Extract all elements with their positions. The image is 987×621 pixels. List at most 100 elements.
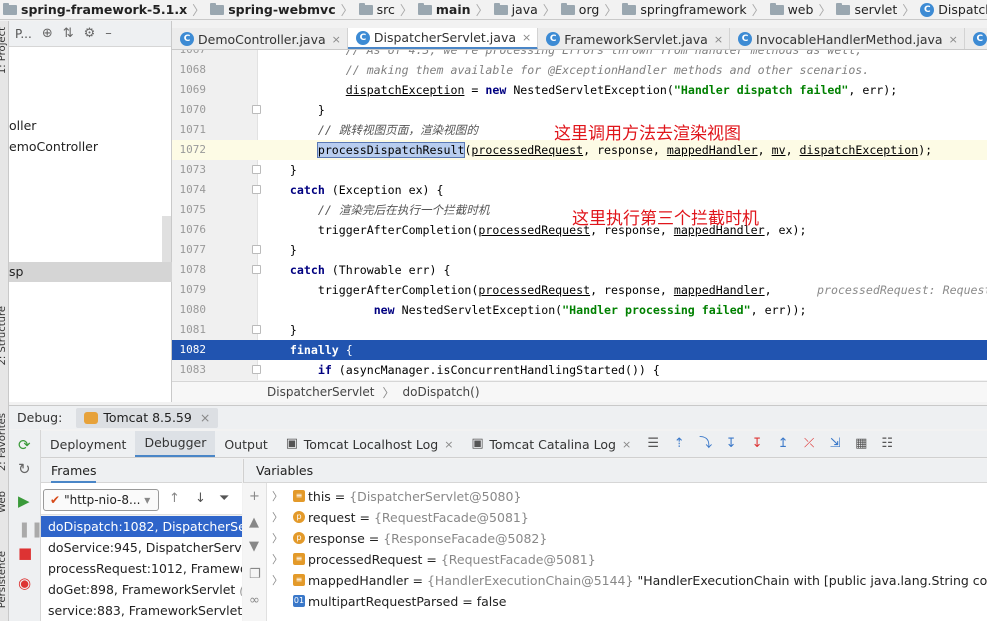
breadcrumb-item[interactable]: springframework bbox=[619, 2, 749, 17]
minimize-icon[interactable]: – bbox=[105, 26, 112, 41]
chevron-right-icon[interactable]: 〉 bbox=[272, 528, 283, 549]
debug-tab[interactable]: Debugger bbox=[135, 431, 216, 457]
close-icon[interactable]: × bbox=[949, 33, 958, 46]
debug-tab[interactable]: ▣ Tomcat Localhost Log × bbox=[277, 431, 463, 457]
project-tool-button[interactable]: 1: Project bbox=[0, 27, 8, 74]
gear-icon[interactable]: ⚙ bbox=[84, 26, 96, 41]
collapse-icon[interactable]: ⇅ bbox=[63, 26, 74, 41]
variable-row[interactable]: 〉 ≡ processedRequest = {RequestFacade@5081… bbox=[267, 549, 987, 570]
locate-icon[interactable]: ⊕ bbox=[42, 26, 53, 41]
drop-frame-icon[interactable]: ⤫ bbox=[803, 437, 815, 450]
debug-tab[interactable]: ▣ Tomcat Catalina Log × bbox=[462, 431, 640, 457]
code-line[interactable]: 1079 triggerAfterCompletion(processedReq… bbox=[172, 280, 987, 300]
chevron-right-icon[interactable]: 〉 bbox=[272, 507, 283, 528]
step-into-icon[interactable]: ↧ bbox=[725, 437, 737, 450]
breadcrumb-item[interactable]: main bbox=[415, 2, 474, 17]
code-line[interactable]: 1069 dispatchException = new NestedServl… bbox=[172, 80, 987, 100]
code-editor[interactable]: 1067 // As of 4.3, we're processing Erro… bbox=[172, 50, 987, 380]
add-watch-icon[interactable]: + bbox=[249, 489, 260, 504]
code-line[interactable]: 1078 catch (Throwable err) { bbox=[172, 260, 987, 280]
project-view-selector[interactable]: P... bbox=[15, 27, 32, 41]
close-icon[interactable]: × bbox=[200, 410, 210, 425]
show-execution-point-icon[interactable]: ⇡ bbox=[673, 437, 685, 450]
filter-icon[interactable]: ⏷ bbox=[219, 491, 229, 506]
breadcrumb-item[interactable]: servlet bbox=[833, 2, 900, 17]
trace-icon[interactable]: ☷ bbox=[881, 437, 893, 450]
close-icon[interactable]: × bbox=[714, 33, 723, 46]
code-line[interactable]: 1081 } bbox=[172, 320, 987, 340]
breakpoint-line[interactable]: 1082 finally { bbox=[172, 340, 987, 360]
web-tool-button[interactable]: Web bbox=[0, 491, 8, 513]
debug-tab[interactable]: Output bbox=[215, 431, 276, 457]
breadcrumb-method[interactable]: doDispatch() bbox=[403, 385, 480, 399]
close-icon[interactable]: × bbox=[444, 431, 453, 457]
arrow-down-icon[interactable]: ▼ bbox=[249, 539, 259, 554]
breadcrumb-item[interactable]: spring-framework-5.1.x bbox=[0, 2, 190, 17]
breadcrumb-item[interactable]: web bbox=[767, 2, 817, 17]
stack-frame[interactable]: service:883, FrameworkServlet (o bbox=[41, 600, 242, 621]
code-line[interactable]: 1067 // As of 4.3, we're processing Erro… bbox=[172, 50, 987, 60]
tree-item[interactable]: emoController bbox=[9, 137, 172, 157]
tree-item-selected[interactable]: sp bbox=[9, 262, 172, 282]
fold-icon[interactable] bbox=[252, 265, 261, 274]
code-line[interactable]: 1077 } bbox=[172, 240, 987, 260]
debug-tab[interactable]: Deployment bbox=[41, 431, 135, 457]
editor-tab[interactable]: C DispatcherServlet.java × bbox=[347, 28, 539, 49]
chevron-right-icon[interactable]: 〉 bbox=[272, 486, 283, 507]
pause-icon[interactable]: ❚❚ bbox=[18, 520, 43, 538]
breadcrumb-item[interactable]: spring-webmvc bbox=[207, 2, 338, 17]
breadcrumb-item[interactable]: java bbox=[491, 2, 541, 17]
run-to-cursor-icon[interactable]: ⇲ bbox=[829, 437, 841, 450]
arrow-up-icon[interactable]: ▲ bbox=[249, 515, 259, 530]
breadcrumb-item[interactable]: org bbox=[558, 2, 603, 17]
code-line[interactable]: 1083 if (asyncManager.isConcurrentHandli… bbox=[172, 360, 987, 380]
persistence-tool-button[interactable]: Persistence bbox=[0, 551, 8, 608]
stack-frame[interactable]: doDispatch:1082, DispatcherServl bbox=[41, 516, 242, 537]
breadcrumb-item[interactable]: CDispatcherServlet bbox=[917, 2, 987, 17]
editor-tab[interactable]: CServletIn bbox=[965, 28, 987, 49]
debug-session-tab[interactable]: Tomcat 8.5.59 × bbox=[76, 407, 219, 428]
fold-icon[interactable] bbox=[252, 165, 261, 174]
close-icon[interactable]: × bbox=[332, 33, 341, 46]
fold-icon[interactable] bbox=[252, 185, 261, 194]
close-icon[interactable]: × bbox=[622, 431, 631, 457]
close-icon[interactable]: × bbox=[522, 31, 531, 44]
view-breakpoints-icon[interactable]: ◉ bbox=[18, 574, 31, 592]
fold-icon[interactable] bbox=[252, 105, 261, 114]
tree-item[interactable]: oller bbox=[9, 116, 172, 136]
stack-frame[interactable]: doGet:898, FrameworkServlet (or bbox=[41, 579, 242, 600]
stack-frame[interactable]: doService:945, DispatcherServlet bbox=[41, 537, 242, 558]
menu-icon[interactable]: ☰ bbox=[647, 437, 659, 450]
step-over-icon[interactable]: ⤵ bbox=[699, 437, 712, 450]
thread-selector[interactable]: ✔ "http-nio-8... ▾ bbox=[43, 489, 159, 511]
breadcrumb-item[interactable]: src bbox=[356, 2, 398, 17]
structure-tool-button[interactable]: 2: Structure bbox=[0, 306, 8, 365]
refresh-icon[interactable]: ↻ bbox=[18, 460, 31, 478]
breadcrumb-class[interactable]: DispatcherServlet bbox=[267, 385, 374, 399]
evaluate-icon[interactable]: ▦ bbox=[855, 437, 867, 450]
rerun-icon[interactable]: ⟳ bbox=[18, 436, 31, 454]
chevron-right-icon[interactable]: 〉 bbox=[272, 549, 283, 570]
stop-icon[interactable]: ■ bbox=[18, 544, 32, 562]
code-line[interactable]: 1073 } bbox=[172, 160, 987, 180]
variable-row[interactable]: 01 multipartRequestParsed = false bbox=[267, 591, 987, 612]
stack-frame[interactable]: processRequest:1012, Framework bbox=[41, 558, 242, 579]
resume-icon[interactable]: ▶ bbox=[18, 492, 30, 510]
code-line[interactable]: 1074 catch (Exception ex) { bbox=[172, 180, 987, 200]
glasses-icon[interactable]: ∞ bbox=[249, 593, 260, 608]
code-line[interactable]: 1068 // making them available for @Excep… bbox=[172, 60, 987, 80]
code-line[interactable]: 1070 } bbox=[172, 100, 987, 120]
chevron-right-icon[interactable]: 〉 bbox=[272, 570, 283, 591]
editor-tab[interactable]: C DemoController.java × bbox=[172, 28, 348, 49]
code-line[interactable]: 1080 new NestedServletException("Handler… bbox=[172, 300, 987, 320]
editor-tab[interactable]: C FrameworkServlet.java × bbox=[538, 28, 731, 49]
variable-row[interactable]: 〉 ≡ this = {DispatcherServlet@5080} bbox=[267, 486, 987, 507]
copy-icon[interactable]: ❐ bbox=[249, 567, 261, 582]
fold-icon[interactable] bbox=[252, 245, 261, 254]
step-out-icon[interactable]: ↥ bbox=[777, 437, 789, 450]
frames-title[interactable]: Frames bbox=[51, 463, 97, 483]
variable-row[interactable]: 〉 ≡ mappedHandler = {HandlerExecutionChain… bbox=[267, 570, 987, 591]
editor-tab[interactable]: C InvocableHandlerMethod.java × bbox=[730, 28, 965, 49]
variable-row[interactable]: 〉 p request = {RequestFacade@5081} bbox=[267, 507, 987, 528]
arrow-down-icon[interactable]: ↓ bbox=[195, 491, 206, 506]
